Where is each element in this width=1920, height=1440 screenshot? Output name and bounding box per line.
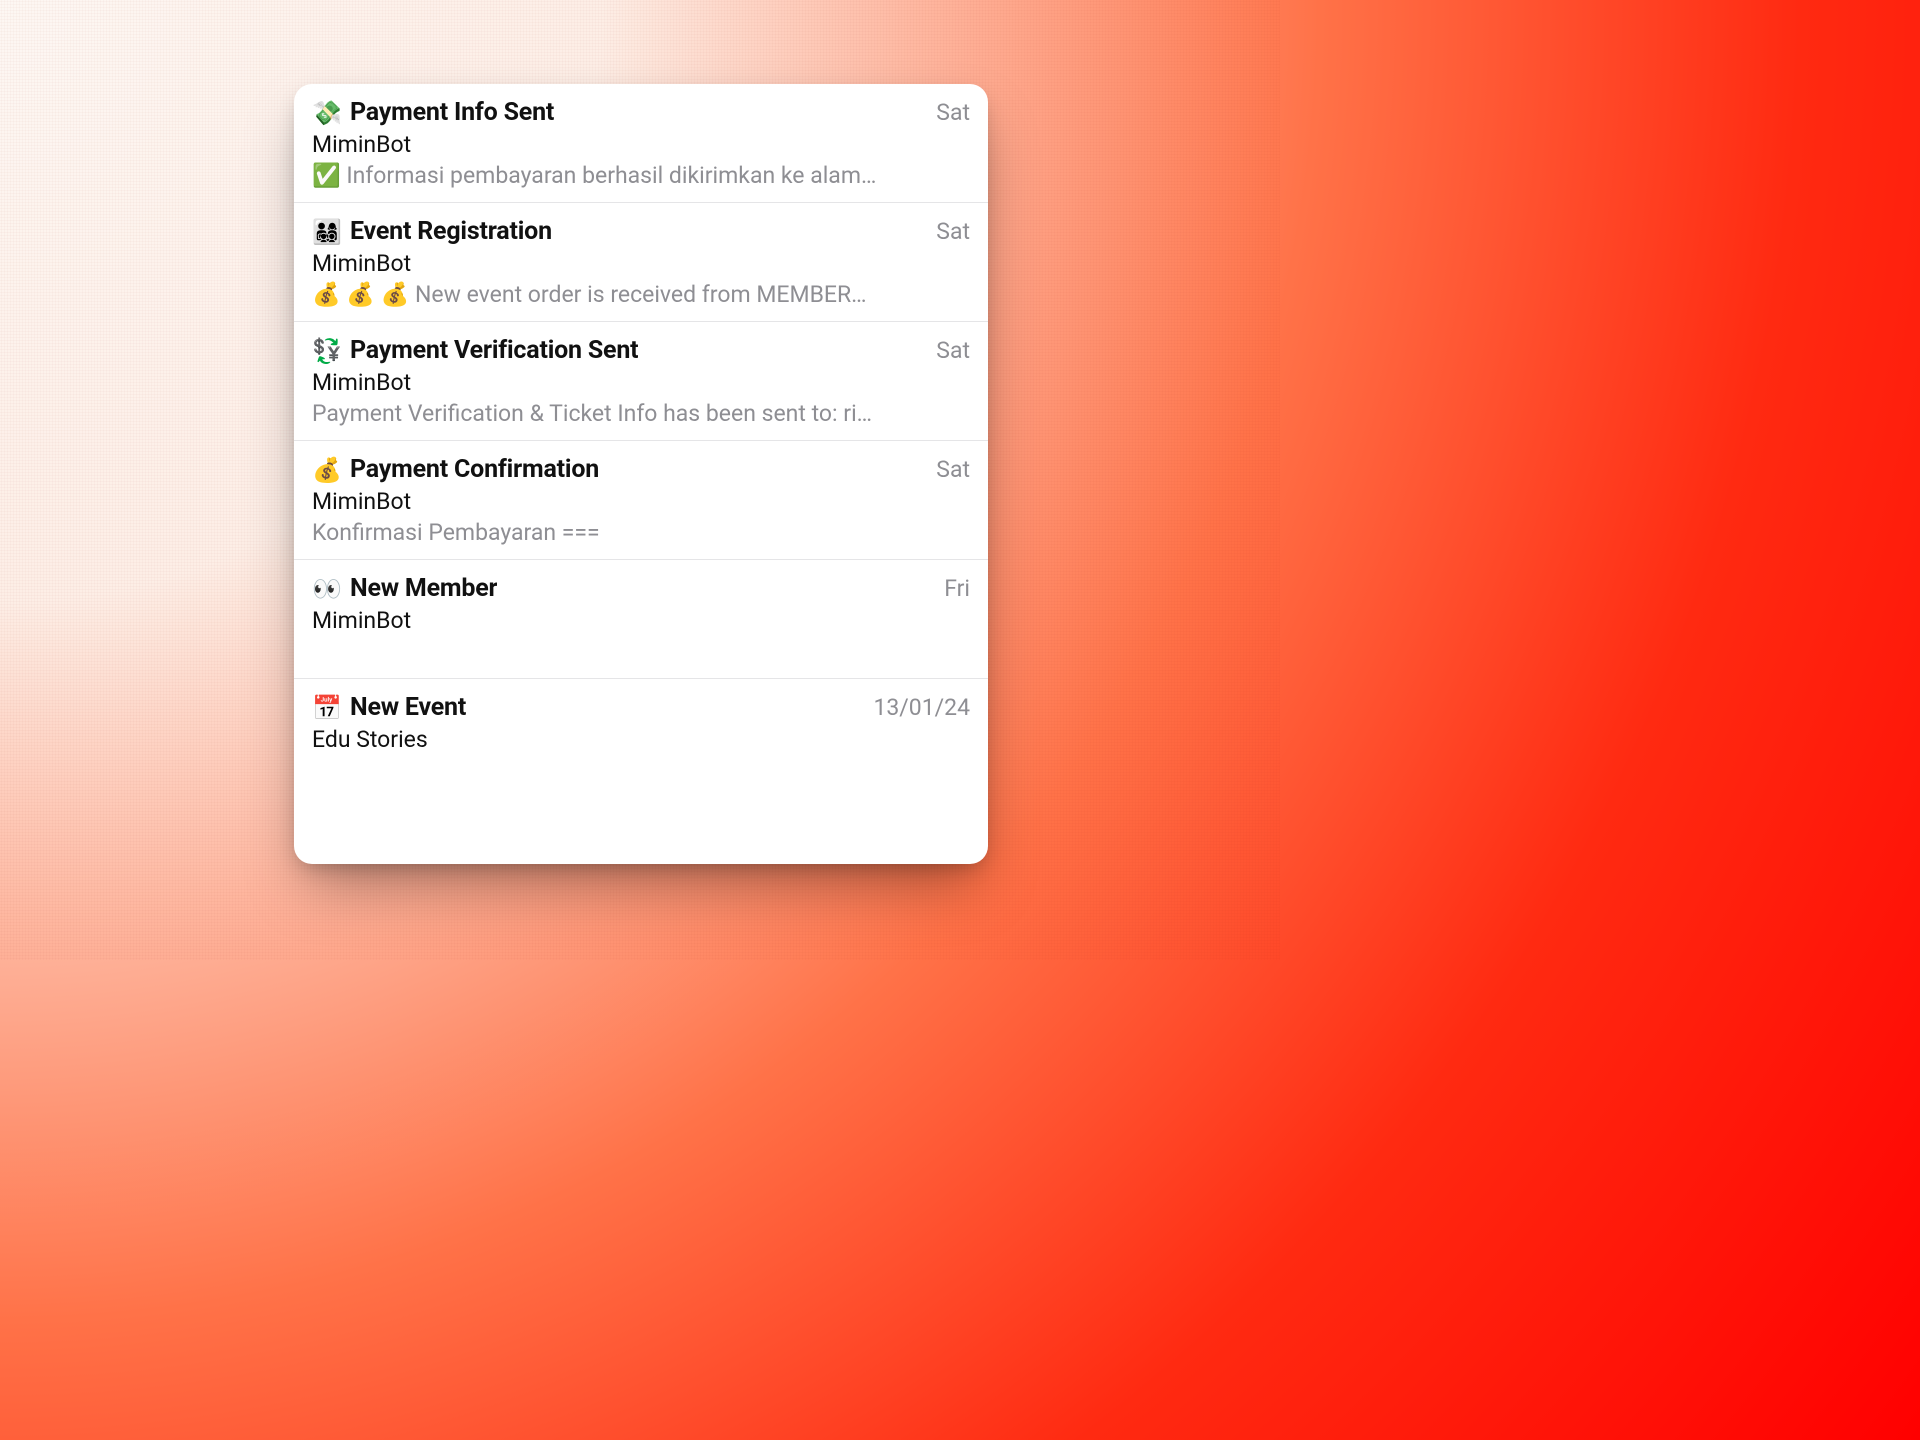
item-title: Payment Confirmation [350,455,599,484]
list-item[interactable]: 💸 Payment Info Sent Sat MiminBot ✅ Infor… [294,84,988,203]
notifications-list: 💸 Payment Info Sent Sat MiminBot ✅ Infor… [294,84,988,864]
sender-name: MiminBot [312,488,970,515]
timestamp: Sat [936,99,970,126]
family-icon: 👨‍👩‍👧‍👦 [312,220,340,244]
item-title: Event Registration [350,217,552,246]
item-title: Payment Info Sent [350,98,554,127]
sender-name: MiminBot [312,369,970,396]
message-preview: ✅ Informasi pembayaran berhasil dikirimk… [312,162,970,190]
timestamp: Sat [936,456,970,483]
sender-name: MiminBot [312,250,970,277]
item-title: New Member [350,574,497,603]
message-preview [312,638,970,666]
calendar-icon: 📅 [312,696,340,720]
item-title: Payment Verification Sent [350,336,638,365]
money-bag-icon: 💰 [312,458,340,482]
list-item[interactable]: 💰 Payment Confirmation Sat MiminBot Konf… [294,441,988,560]
timestamp: Sat [936,218,970,245]
list-item[interactable]: 👀 New Member Fri MiminBot [294,560,988,679]
message-preview: Konfirmasi Pembayaran === [312,519,970,547]
eyes-icon: 👀 [312,577,340,601]
message-preview: 💰 💰 💰 New event order is received from M… [312,281,970,309]
list-item[interactable]: 📅 New Event 13/01/24 Edu Stories [294,679,988,765]
message-preview: Payment Verification & Ticket Info has b… [312,400,970,428]
timestamp: 13/01/24 [873,694,970,721]
timestamp: Fri [944,575,970,602]
list-item[interactable]: 👨‍👩‍👧‍👦 Event Registration Sat MiminBot … [294,203,988,322]
timestamp: Sat [936,337,970,364]
sender-name: MiminBot [312,131,970,158]
item-title: New Event [350,693,466,722]
money-wings-icon: 💸 [312,101,340,125]
sender-name: MiminBot [312,607,970,634]
sender-name: Edu Stories [312,726,970,753]
list-item[interactable]: 💱 Payment Verification Sent Sat MiminBot… [294,322,988,441]
currency-exchange-icon: 💱 [312,339,340,363]
